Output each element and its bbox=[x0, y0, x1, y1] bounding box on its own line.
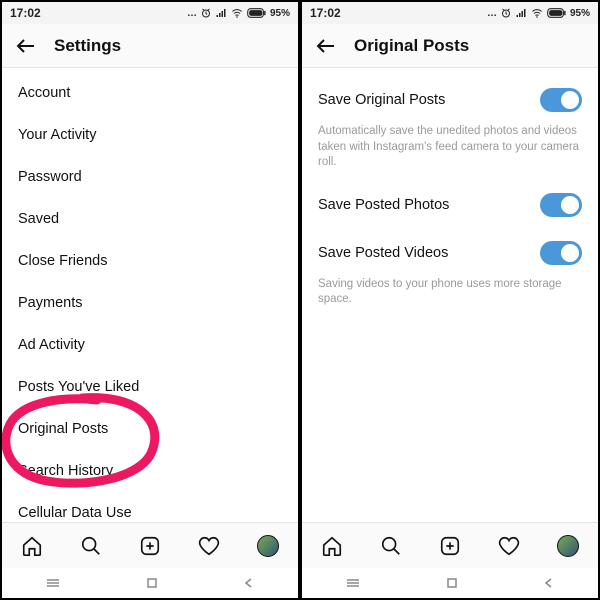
settings-item-original-posts[interactable]: Original Posts bbox=[2, 408, 298, 450]
recents-key[interactable] bbox=[345, 577, 361, 589]
alarm-icon bbox=[200, 7, 212, 19]
battery-text: 95% bbox=[270, 8, 290, 19]
settings-item-saved[interactable]: Saved bbox=[2, 198, 298, 240]
toggle-label: Save Posted Videos bbox=[318, 245, 448, 261]
heart-icon[interactable] bbox=[198, 535, 220, 557]
page-title: Original Posts bbox=[354, 36, 469, 56]
recents-key[interactable] bbox=[45, 577, 61, 589]
status-time: 17:02 bbox=[10, 6, 41, 20]
home-key[interactable] bbox=[146, 577, 158, 589]
android-softkeys bbox=[2, 568, 298, 598]
original-posts-content: Save Original Posts Automatically save t… bbox=[302, 68, 598, 522]
toggle-label: Save Original Posts bbox=[318, 92, 445, 108]
status-indicators: … 95% bbox=[187, 7, 290, 19]
back-icon[interactable] bbox=[14, 34, 38, 58]
heart-icon[interactable] bbox=[498, 535, 520, 557]
signal-icon bbox=[515, 7, 527, 19]
toggle-row-save-original: Save Original Posts bbox=[302, 76, 598, 124]
toggle-description: Automatically save the unedited photos a… bbox=[302, 124, 598, 181]
home-key[interactable] bbox=[446, 577, 458, 589]
bottom-nav bbox=[2, 522, 298, 568]
toggle-switch[interactable] bbox=[540, 241, 582, 265]
phone-right: 17:02 … 95% Original Posts Save Original… bbox=[302, 2, 598, 598]
status-time: 17:02 bbox=[310, 6, 341, 20]
android-softkeys bbox=[302, 568, 598, 598]
settings-content: Account Your Activity Password Saved Clo… bbox=[2, 68, 298, 522]
signal-icon bbox=[215, 7, 227, 19]
settings-list: Account Your Activity Password Saved Clo… bbox=[2, 68, 298, 522]
back-key[interactable] bbox=[543, 577, 555, 589]
toggle-switch[interactable] bbox=[540, 193, 582, 217]
home-icon[interactable] bbox=[21, 535, 43, 557]
phone-left: 17:02 … 95% Settings Account Your Activi… bbox=[2, 2, 298, 598]
toggle-row-save-videos: Save Posted Videos bbox=[302, 229, 598, 277]
bottom-nav bbox=[302, 522, 598, 568]
home-icon[interactable] bbox=[321, 535, 343, 557]
profile-avatar[interactable] bbox=[557, 535, 579, 557]
statusbar: 17:02 … 95% bbox=[302, 2, 598, 24]
toggle-list: Save Original Posts Automatically save t… bbox=[302, 68, 598, 326]
back-icon[interactable] bbox=[314, 34, 338, 58]
search-icon[interactable] bbox=[80, 535, 102, 557]
toggle-label: Save Posted Photos bbox=[318, 197, 449, 213]
page-title: Settings bbox=[54, 36, 121, 56]
alarm-icon bbox=[500, 7, 512, 19]
statusbar: 17:02 … 95% bbox=[2, 2, 298, 24]
profile-avatar[interactable] bbox=[257, 535, 279, 557]
settings-item-search-history[interactable]: Search History bbox=[2, 450, 298, 492]
wifi-icon bbox=[230, 7, 244, 19]
battery-icon bbox=[547, 7, 567, 19]
appbar: Settings bbox=[2, 24, 298, 68]
battery-text: 95% bbox=[570, 8, 590, 19]
status-indicators: … 95% bbox=[487, 7, 590, 19]
battery-icon bbox=[247, 7, 267, 19]
settings-item-close-friends[interactable]: Close Friends bbox=[2, 240, 298, 282]
toggle-description: Saving videos to your phone uses more st… bbox=[302, 277, 598, 318]
add-icon[interactable] bbox=[139, 535, 161, 557]
settings-item-payments[interactable]: Payments bbox=[2, 282, 298, 324]
search-icon[interactable] bbox=[380, 535, 402, 557]
settings-item-cellular[interactable]: Cellular Data Use bbox=[2, 492, 298, 522]
settings-item-account[interactable]: Account bbox=[2, 72, 298, 114]
toggle-switch[interactable] bbox=[540, 88, 582, 112]
back-key[interactable] bbox=[243, 577, 255, 589]
settings-item-password[interactable]: Password bbox=[2, 156, 298, 198]
settings-item-ad-activity[interactable]: Ad Activity bbox=[2, 324, 298, 366]
wifi-icon bbox=[530, 7, 544, 19]
toggle-row-save-photos: Save Posted Photos bbox=[302, 181, 598, 229]
settings-item-posts-liked[interactable]: Posts You've Liked bbox=[2, 366, 298, 408]
add-icon[interactable] bbox=[439, 535, 461, 557]
settings-item-activity[interactable]: Your Activity bbox=[2, 114, 298, 156]
appbar: Original Posts bbox=[302, 24, 598, 68]
